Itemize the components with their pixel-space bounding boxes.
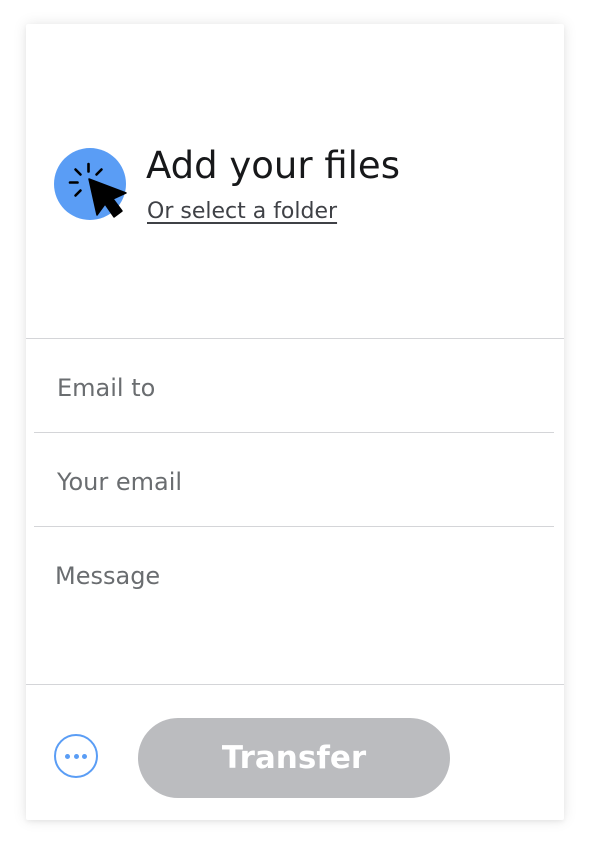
more-options-icon-dot [73,754,79,759]
more-options-icon [65,754,70,759]
more-options-button[interactable] [54,734,98,778]
add-files-button[interactable] [54,148,127,220]
your-email-field[interactable]: Your email [57,467,182,497]
transfer-button[interactable]: Transfer [138,718,450,798]
email-to-field[interactable]: Email to [57,373,155,403]
divider [26,338,564,339]
upload-dropzone[interactable]: Add your files Or select a folder [26,24,564,338]
upload-title: Add your files [146,144,400,187]
select-folder-link[interactable]: Or select a folder [147,198,337,226]
divider [34,432,554,433]
cursor-click-icon [68,162,127,218]
divider [34,526,554,527]
divider [26,684,564,685]
message-field[interactable]: Message [55,561,160,591]
transfer-panel: Add your files Or select a folder Email … [26,24,564,820]
more-options-icon-dot [82,754,87,759]
